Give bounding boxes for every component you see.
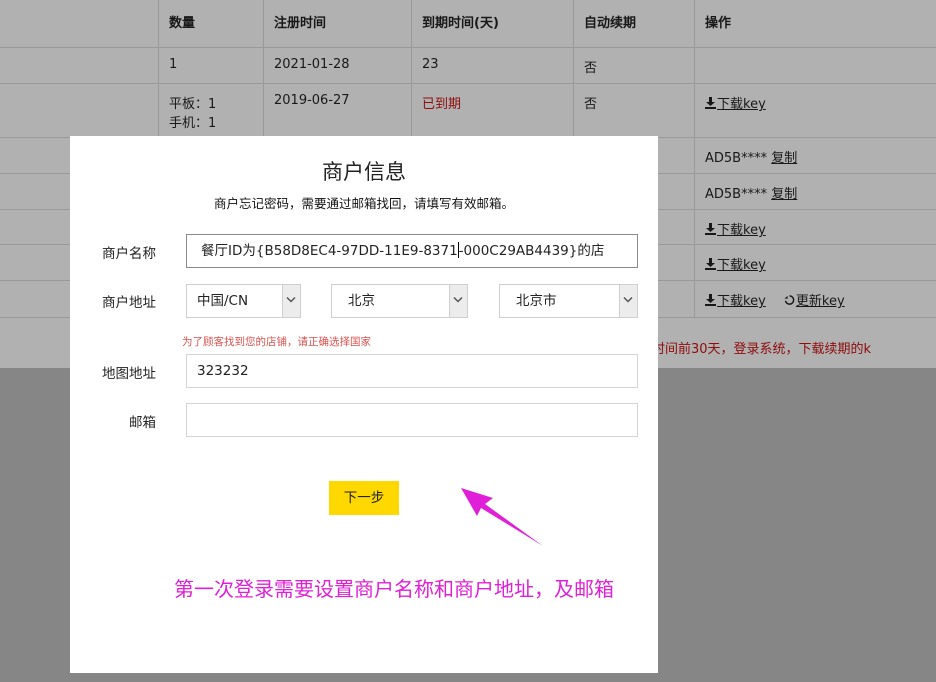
- chevron-down-icon: [449, 285, 467, 317]
- email-input[interactable]: [186, 403, 638, 437]
- merchant-info-modal: 商户信息 商户忘记密码，需要通过邮箱找回，请填写有效邮箱。 商户名称 餐厅ID为…: [70, 136, 658, 673]
- merchant-address-label: 商户地址: [102, 295, 156, 311]
- annotation-arrow: [461, 488, 543, 546]
- merchant-name-input[interactable]: 餐厅ID为{B58D8EC4-97DD-11E9-8371-000C29AB44…: [186, 234, 638, 268]
- chevron-down-icon: [619, 285, 637, 317]
- map-address-label: 地图地址: [102, 366, 156, 382]
- city-select[interactable]: 北京市: [499, 284, 638, 318]
- country-select[interactable]: 中国/CN: [186, 284, 301, 318]
- email-label: 邮箱: [129, 415, 156, 431]
- modal-subtitle: 商户忘记密码，需要通过邮箱找回，请填写有效邮箱。: [213, 196, 514, 211]
- modal-title: 商户信息: [322, 160, 406, 184]
- annotation-text: 第一次登录需要设置商户名称和商户地址，及邮箱: [174, 577, 614, 601]
- chevron-down-icon: [282, 285, 300, 317]
- province-select[interactable]: 北京: [331, 284, 468, 318]
- map-address-input[interactable]: 323232: [186, 354, 638, 388]
- country-hint: 为了顾客找到您的店铺，请正确选择国家: [182, 336, 371, 348]
- next-step-button[interactable]: 下一步: [329, 481, 399, 515]
- merchant-name-label: 商户名称: [102, 246, 156, 262]
